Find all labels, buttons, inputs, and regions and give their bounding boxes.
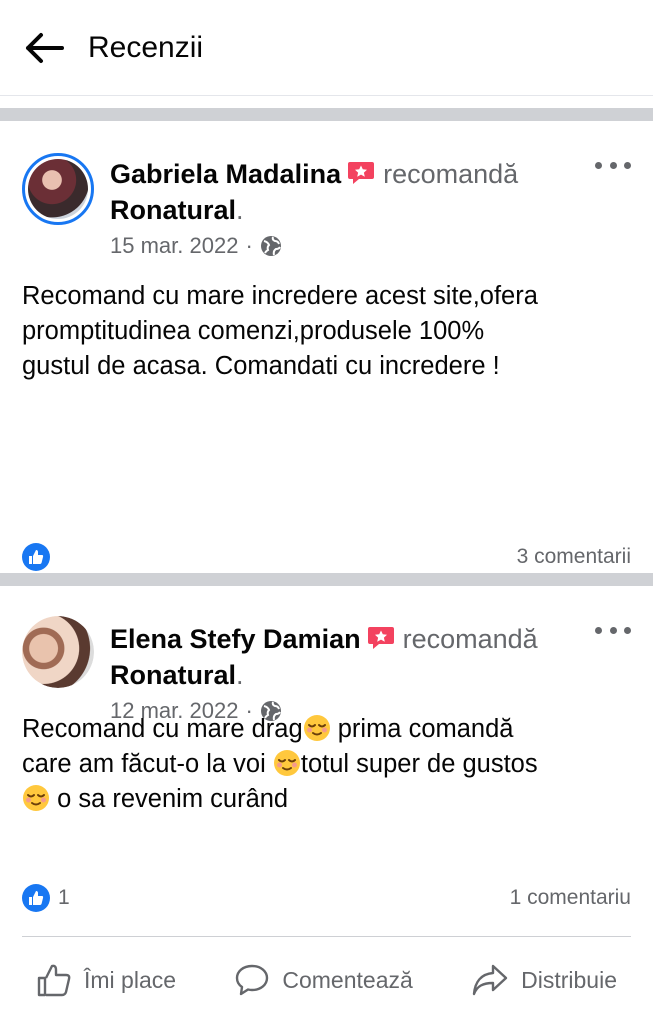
recommend-icon	[367, 625, 395, 659]
author-line: Gabriela Madalina recomandă	[110, 157, 518, 194]
top-bar: Recenzii	[0, 0, 653, 96]
back-button[interactable]	[22, 26, 66, 70]
post-header: Elena Stefy Damian recomandă Ronatural. 1…	[0, 586, 653, 723]
page-title: Recenzii	[88, 30, 204, 64]
post-meta: 15 mar. 2022 ·	[110, 233, 282, 259]
post-actions: Îmi place Comentează Distribuie	[22, 956, 631, 1004]
post-text-line: Recomand cu mare incredere acest site,of…	[22, 282, 538, 310]
review-post: Gabriela Madalina recomandă Ronatural. 15…	[0, 121, 653, 656]
actions-divider	[22, 936, 631, 937]
recommend-text: recomandă	[383, 159, 519, 189]
post-text-line: care am făcut-o la voi totul super de gu…	[22, 747, 631, 782]
arrow-left-icon	[26, 32, 64, 63]
text-segment: o sa revenim curând	[50, 785, 289, 813]
more-options-button[interactable]	[595, 155, 631, 175]
review-post: Elena Stefy Damian recomandă Ronatural. 1…	[0, 586, 653, 1024]
comment-icon	[236, 964, 269, 996]
reactions-bar: 3 comentarii	[22, 541, 631, 573]
post-text-line: gustul de acasa. Comandati cu incredere …	[22, 352, 500, 380]
post-text: Recomand cu mare incredere acest site,of…	[22, 279, 631, 384]
more-options-button[interactable]	[595, 620, 631, 640]
share-icon	[472, 964, 508, 996]
meta-separator: ·	[245, 233, 253, 258]
reactions-bar: 1 1 comentariu	[22, 882, 631, 914]
page-dot: .	[236, 195, 244, 225]
feed-separator	[0, 573, 653, 586]
like-button[interactable]: Îmi place	[22, 962, 190, 998]
comment-button[interactable]: Comentează	[220, 962, 426, 998]
page-link[interactable]: Ronatural	[110, 660, 236, 690]
recommend-text: recomandă	[402, 624, 538, 654]
reaction-summary[interactable]	[22, 543, 58, 571]
author-name[interactable]: Elena Stefy Damian	[110, 624, 361, 654]
comment-label: Comentează	[282, 966, 413, 993]
page-link[interactable]: Ronatural	[110, 195, 236, 225]
post-text-line: promptitudinea comenzi,produsele 100%	[22, 317, 485, 345]
post-date[interactable]: 15 mar. 2022	[110, 233, 238, 259]
post-text: Recomand cu mare drag prima comandă care…	[22, 712, 631, 817]
page-name: Ronatural.	[110, 658, 244, 692]
post-text-line: Recomand cu mare drag prima comandă	[22, 712, 631, 747]
thumbs-up-icon	[37, 964, 71, 997]
like-reaction-icon	[22, 543, 50, 571]
avatar[interactable]	[22, 153, 94, 225]
post-text-line: o sa revenim curând	[22, 782, 631, 817]
relieved-face-emoji	[303, 715, 330, 741]
text-segment: totul super de gustos	[300, 750, 538, 778]
text-segment: prima comandă	[330, 715, 514, 743]
feed-separator	[0, 108, 653, 121]
author-line: Elena Stefy Damian recomandă	[110, 622, 538, 659]
reaction-summary[interactable]: 1	[22, 884, 70, 912]
share-button[interactable]: Distribuie	[457, 962, 631, 998]
comments-count[interactable]: 3 comentarii	[517, 545, 631, 569]
page-dot: .	[236, 660, 244, 690]
text-segment: Recomand cu mare drag	[22, 715, 303, 743]
post-header: Gabriela Madalina recomandă Ronatural. 15…	[0, 121, 653, 258]
like-label: Îmi place	[84, 966, 177, 993]
avatar[interactable]	[22, 616, 94, 688]
author-name[interactable]: Gabriela Madalina	[110, 159, 341, 189]
recommend-icon	[347, 160, 375, 194]
comments-count[interactable]: 1 comentariu	[510, 886, 631, 910]
relieved-face-emoji	[273, 750, 300, 776]
relieved-face-emoji	[23, 785, 49, 811]
globe-icon	[260, 236, 281, 256]
share-label: Distribuie	[521, 966, 617, 993]
page-name: Ronatural.	[110, 193, 244, 227]
like-reaction-icon	[22, 884, 50, 912]
reaction-count: 1	[58, 886, 70, 909]
text-segment: care am făcut-o la voi	[22, 750, 273, 778]
